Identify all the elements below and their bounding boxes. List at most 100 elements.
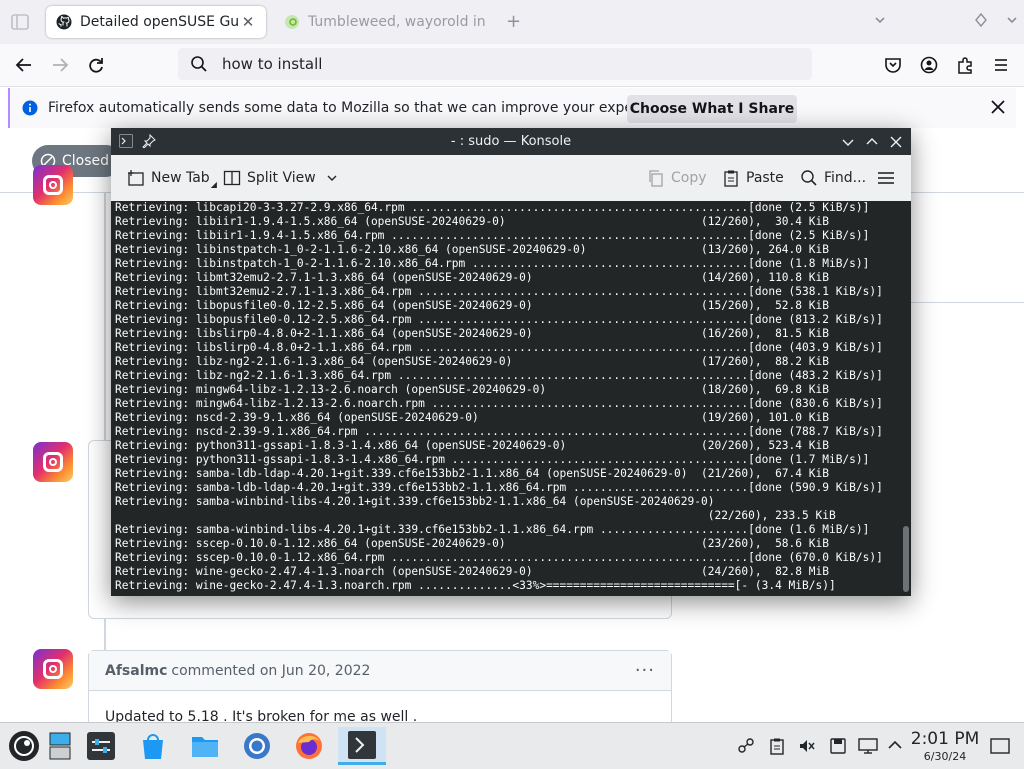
minimize-window-icon[interactable]: [1004, 12, 1020, 28]
close-icon[interactable]: [889, 135, 903, 149]
terminal-line: Retrieving: libiir1-1.9.4-1.5.x86_64 (op…: [115, 215, 829, 228]
opensuse-favicon-icon: [284, 14, 300, 30]
konsole-toolbar: New Tab ◢ Split View Copy Paste Find...: [111, 155, 911, 202]
settings-sliders-icon: [86, 731, 116, 761]
terminal-output[interactable]: Retrieving: libcapi20-3-3.27-2.9.x86_64.…: [111, 201, 901, 596]
tab-tumbleweed[interactable]: Tumbleweed, wayorold ins: [274, 6, 496, 38]
browser-nav-bar: how to install: [0, 44, 1024, 87]
comment-header: Afsalmc commented on Jun 20, 2022 ···: [89, 651, 671, 691]
terminal-line: Retrieving: libiir1-1.9.4-1.5.x86_64.rpm…: [115, 229, 870, 242]
maximize-icon[interactable]: [865, 135, 879, 149]
commenter-avatar: [33, 649, 73, 689]
split-view-label: Split View: [247, 170, 316, 186]
comment-body: Updated to 5.18 . It's broken for me as …: [105, 709, 418, 725]
new-tab-label: New Tab: [151, 170, 210, 186]
comment-options-icon[interactable]: ···: [635, 660, 655, 681]
extensions-icon[interactable]: [952, 52, 978, 78]
minimize-icon[interactable]: [841, 135, 855, 149]
terminal-line: Retrieving: libopusfile0-0.12-2.5.x86_64…: [115, 313, 883, 326]
copy-icon: [647, 169, 665, 187]
terminal-line: Retrieving: python311-gssapi-1.8.3-1.4.x…: [115, 453, 870, 466]
discover-task[interactable]: [133, 727, 173, 765]
terminal-line: Retrieving: nscd-2.39-9.1.x86_64 (openSU…: [115, 411, 829, 424]
discover-bag-icon: [138, 731, 168, 761]
show-desktop-icon[interactable]: [990, 737, 1010, 755]
display-config-icon[interactable]: [858, 737, 878, 755]
dropdown-indicator-icon: ◢: [210, 179, 217, 189]
terminal-line: Retrieving: samba-winbind-libs-4.20.1+gi…: [115, 495, 715, 508]
chromium-task[interactable]: [237, 727, 277, 765]
scrollbar-thumb[interactable]: [903, 526, 909, 592]
avatar: [33, 165, 73, 205]
folder-icon: [190, 731, 220, 761]
clipboard-icon[interactable]: [768, 737, 786, 755]
find-label: Find...: [824, 170, 867, 186]
notification-text: Firefox automatically sends some data to…: [48, 100, 681, 116]
sidebar-icon[interactable]: [10, 12, 30, 32]
hamburger-menu-icon[interactable]: [988, 52, 1014, 78]
clock-time[interactable]: 2:01 PM: [900, 729, 990, 749]
reload-button[interactable]: [83, 52, 109, 78]
terminal-line: Retrieving: nscd-2.39-9.1.x86_64.rpm ...…: [115, 425, 883, 438]
terminal-lines: Retrieving: libcapi20-3-3.27-2.9.x86_64.…: [111, 201, 901, 593]
volume-muted-icon[interactable]: [798, 737, 816, 755]
terminal-line: Retrieving: samba-ldb-ldap-4.20.1+git.33…: [115, 467, 829, 480]
tab-label: Detailed openSUSE Guide: [80, 14, 240, 30]
browser-tab-bar: Detailed openSUSE Guide ✕ Tumbleweed, wa…: [0, 0, 1024, 44]
clock-date[interactable]: 6/30/24: [900, 750, 990, 763]
comment-author[interactable]: Afsalmc: [105, 663, 167, 679]
pager-button[interactable]: [40, 727, 80, 765]
account-icon[interactable]: [916, 52, 942, 78]
paste-button[interactable]: Paste: [722, 163, 784, 193]
firefox-task[interactable]: [289, 727, 329, 765]
comment-meta[interactable]: commented on Jun 20, 2022: [171, 663, 370, 679]
copy-button[interactable]: Copy: [647, 163, 707, 193]
copy-label: Copy: [671, 170, 707, 186]
hamburger-menu-button[interactable]: [877, 163, 895, 193]
url-bar[interactable]: how to install: [178, 48, 812, 80]
choose-what-i-share-button[interactable]: Choose What I Share: [627, 95, 797, 123]
close-tab-icon[interactable]: ✕: [240, 13, 256, 31]
terminal-line: Retrieving: libopusfile0-0.12-2.5.x86_64…: [115, 299, 829, 312]
network-icon[interactable]: [737, 737, 755, 755]
konsole-title: - : sudo — Konsole: [450, 134, 572, 149]
storage-device-icon[interactable]: [829, 737, 847, 755]
terminal-line: Retrieving: libinstpatch-1_0-2-1.1.6-2.1…: [115, 243, 829, 256]
terminal-line: Retrieving: libslirp0-4.8.0+2-1.1.x86_64…: [115, 341, 883, 354]
info-icon: [22, 100, 38, 116]
konsole-titlebar[interactable]: - : sudo — Konsole: [111, 128, 911, 155]
divider: [910, 302, 1024, 303]
window-menu-icon[interactable]: [973, 12, 989, 28]
terminal-icon: [347, 730, 377, 760]
terminal-line: Retrieving: libinstpatch-1_0-2-1.1.6-2.1…: [115, 257, 870, 270]
pocket-icon[interactable]: [880, 52, 906, 78]
telemetry-notification-bar: Firefox automatically sends some data to…: [8, 88, 1016, 128]
dolphin-task[interactable]: [185, 727, 225, 765]
tab-opensuse-guide[interactable]: Detailed openSUSE Guide ✕: [46, 6, 266, 38]
terminal-line: Retrieving: mingw64-libz-1.2.13-2.6.noar…: [115, 383, 829, 396]
firefox-icon: [294, 731, 324, 761]
url-input-value: how to install: [222, 55, 323, 73]
chevron-down-icon: [326, 172, 338, 184]
new-tab-icon[interactable]: +: [506, 11, 521, 32]
konsole-window: - : sudo — Konsole New Tab ◢ Split View: [111, 128, 911, 596]
split-view-button[interactable]: Split View: [223, 163, 338, 193]
paste-icon: [722, 169, 740, 187]
forward-button[interactable]: [47, 52, 73, 78]
application-launcher-button[interactable]: [4, 727, 44, 765]
hamburger-menu-icon: [877, 169, 895, 187]
terminal-line: Retrieving: samba-ldb-ldap-4.20.1+git.33…: [115, 481, 883, 494]
back-button[interactable]: [11, 52, 37, 78]
list-all-tabs-icon[interactable]: [872, 12, 888, 28]
konsole-task[interactable]: [338, 727, 386, 765]
find-button[interactable]: Find...: [800, 163, 866, 193]
terminal-line: Retrieving: libcapi20-3-3.27-2.9.x86_64.…: [115, 201, 870, 214]
new-tab-button[interactable]: New Tab ◢: [127, 163, 217, 193]
system-settings-task[interactable]: [81, 727, 121, 765]
terminal-scrollbar[interactable]: [901, 201, 911, 596]
terminal-line: Retrieving: sscep-0.10.0-1.12.x86_64 (op…: [115, 537, 829, 550]
terminal-line: Retrieving: mingw64-libz-1.2.13-2.6.noar…: [115, 397, 883, 410]
terminal-line: Retrieving: libz-ng2-2.1.6-1.3.x86_64 (o…: [115, 355, 829, 368]
close-notification-icon[interactable]: [990, 99, 1006, 115]
split-view-icon: [223, 169, 241, 187]
